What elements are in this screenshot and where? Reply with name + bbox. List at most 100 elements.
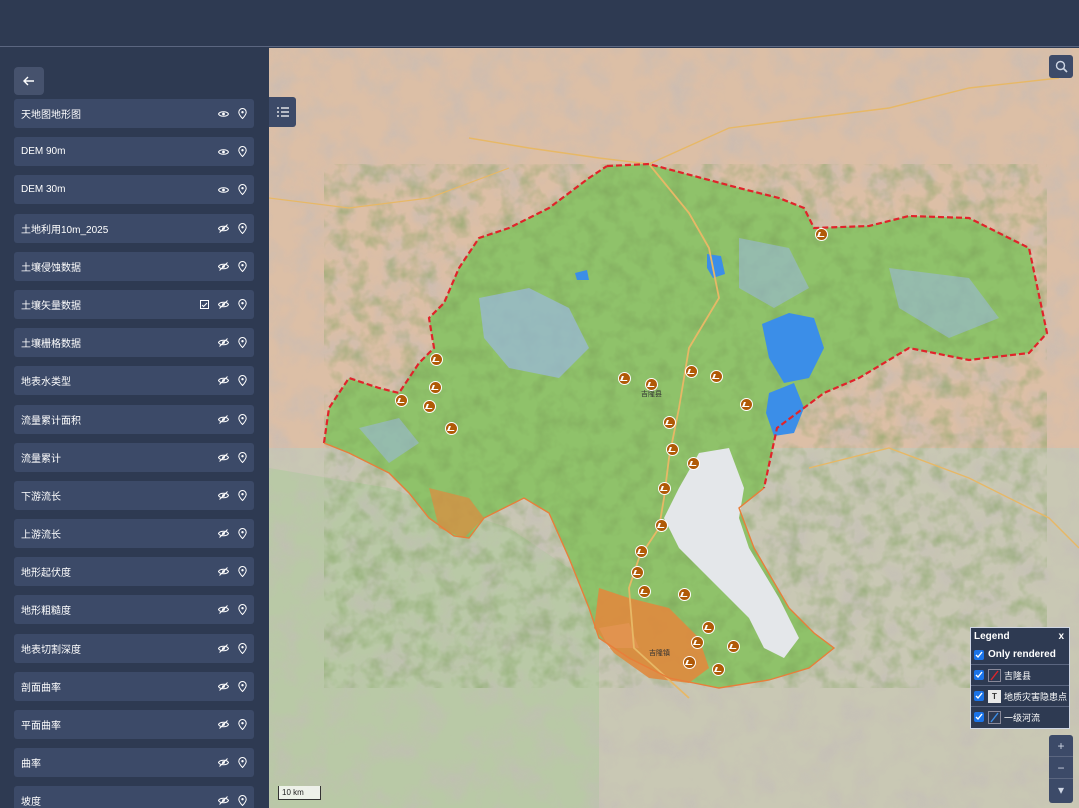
- layer-item[interactable]: 地表水类型: [14, 366, 254, 396]
- layer-item[interactable]: 流量累计面积: [14, 404, 254, 434]
- eye-off-icon[interactable]: [216, 756, 230, 770]
- layer-item[interactable]: 剖面曲率: [14, 671, 254, 701]
- locate-pin-icon[interactable]: [235, 412, 249, 426]
- hazard-point[interactable]: [710, 370, 723, 383]
- layer-item[interactable]: 地形起伏度: [14, 557, 254, 587]
- legend-item[interactable]: 一级河流: [971, 706, 1069, 727]
- zoom-out-button[interactable]: −: [1049, 757, 1073, 779]
- layer-item[interactable]: 坡度: [14, 786, 254, 808]
- hazard-point[interactable]: [635, 545, 648, 558]
- eye-off-icon[interactable]: [216, 679, 230, 693]
- layer-item[interactable]: 平面曲率: [14, 710, 254, 739]
- checkbox-icon[interactable]: [974, 712, 984, 722]
- hazard-point[interactable]: [712, 663, 725, 676]
- layer-item[interactable]: 天地图地形图: [14, 99, 254, 128]
- locate-pin-icon[interactable]: [235, 565, 249, 579]
- hazard-point[interactable]: [678, 588, 691, 601]
- legend-item[interactable]: T 地质灾害隐患点: [971, 685, 1069, 706]
- locate-pin-icon[interactable]: [235, 221, 249, 235]
- hazard-point[interactable]: [658, 482, 671, 495]
- layer-item[interactable]: 地表切割深度: [14, 633, 254, 663]
- eye-off-icon[interactable]: [216, 603, 230, 617]
- eye-off-icon[interactable]: [216, 374, 230, 388]
- layer-menu-button[interactable]: [269, 97, 296, 127]
- back-button[interactable]: [14, 67, 44, 95]
- locate-pin-icon[interactable]: [235, 488, 249, 502]
- locate-pin-icon[interactable]: [235, 336, 249, 350]
- eye-off-icon[interactable]: [216, 641, 230, 655]
- hazard-point[interactable]: [423, 400, 436, 413]
- zoom-in-button[interactable]: +: [1049, 735, 1073, 757]
- eye-off-icon[interactable]: [216, 794, 230, 808]
- hazard-point[interactable]: [815, 228, 828, 241]
- hazard-point[interactable]: [430, 353, 443, 366]
- hazard-point[interactable]: [727, 640, 740, 653]
- locate-pin-icon[interactable]: [235, 374, 249, 388]
- layer-item[interactable]: 曲率: [14, 748, 254, 778]
- layer-item[interactable]: 土壤矢量数据: [14, 289, 254, 319]
- eye-off-icon[interactable]: [216, 527, 230, 541]
- locate-pin-icon[interactable]: [235, 259, 249, 273]
- layer-item[interactable]: 流量累计: [14, 442, 254, 472]
- layer-item[interactable]: 土地利用10m_2025: [14, 213, 254, 243]
- eye-icon[interactable]: [216, 145, 230, 159]
- eye-off-icon[interactable]: [216, 488, 230, 502]
- compass-button[interactable]: ▾: [1049, 779, 1073, 801]
- hazard-point[interactable]: [740, 398, 753, 411]
- locate-pin-icon[interactable]: [235, 527, 249, 541]
- layer-item[interactable]: 上游流长: [14, 519, 254, 549]
- locate-pin-icon[interactable]: [235, 603, 249, 617]
- hazard-point[interactable]: [618, 372, 631, 385]
- hazard-point[interactable]: [663, 416, 676, 429]
- layer-item[interactable]: 下游流长: [14, 480, 254, 510]
- locate-pin-icon[interactable]: [235, 183, 249, 197]
- eye-icon[interactable]: [216, 183, 230, 197]
- locate-pin-icon[interactable]: [235, 450, 249, 464]
- eye-icon[interactable]: [216, 107, 230, 121]
- locate-pin-icon[interactable]: [235, 145, 249, 159]
- checkbox-icon[interactable]: [974, 670, 984, 680]
- checkbox-icon[interactable]: [974, 649, 984, 660]
- locate-pin-icon[interactable]: [235, 718, 249, 732]
- map-search-button[interactable]: [1049, 55, 1073, 78]
- hazard-point[interactable]: [638, 585, 651, 598]
- hazard-point[interactable]: [645, 378, 658, 391]
- hazard-point[interactable]: [445, 422, 458, 435]
- eye-off-icon[interactable]: [216, 565, 230, 579]
- hazard-point[interactable]: [631, 566, 644, 579]
- eye-off-icon[interactable]: [216, 259, 230, 273]
- locate-pin-icon[interactable]: [235, 679, 249, 693]
- eye-off-icon[interactable]: [216, 336, 230, 350]
- hazard-point[interactable]: [685, 365, 698, 378]
- hazard-point[interactable]: [395, 394, 408, 407]
- terrain-map[interactable]: 吉隆县 吉隆镇: [269, 48, 1079, 808]
- eye-off-icon[interactable]: [216, 297, 230, 311]
- layer-item[interactable]: DEM 30m: [14, 175, 254, 205]
- layer-item[interactable]: 土壤栅格数据: [14, 328, 254, 358]
- eye-off-icon[interactable]: [216, 221, 230, 235]
- hazard-point[interactable]: [655, 519, 668, 532]
- layer-item[interactable]: DEM 90m: [14, 137, 254, 167]
- hazard-point[interactable]: [666, 443, 679, 456]
- legend-item[interactable]: 吉隆县: [971, 664, 1069, 685]
- locate-pin-icon[interactable]: [235, 297, 249, 311]
- eye-off-icon[interactable]: [216, 718, 230, 732]
- hazard-point[interactable]: [702, 621, 715, 634]
- locate-pin-icon[interactable]: [235, 794, 249, 808]
- checkbox-icon[interactable]: [974, 691, 984, 701]
- layer-item[interactable]: 土壤侵蚀数据: [14, 251, 254, 281]
- hazard-point[interactable]: [683, 656, 696, 669]
- map-canvas[interactable]: 吉隆县 吉隆镇 10 km: [269, 48, 1079, 808]
- hazard-point[interactable]: [691, 636, 704, 649]
- locate-pin-icon[interactable]: [235, 107, 249, 121]
- layer-item[interactable]: 地形粗糙度: [14, 595, 254, 625]
- hazard-point[interactable]: [429, 381, 442, 394]
- eye-off-icon[interactable]: [216, 412, 230, 426]
- locate-pin-icon[interactable]: [235, 756, 249, 770]
- locate-pin-icon[interactable]: [235, 641, 249, 655]
- legend-close-button[interactable]: x: [1058, 631, 1064, 642]
- only-rendered-toggle[interactable]: Only rendered: [971, 645, 1069, 664]
- eye-off-icon[interactable]: [216, 450, 230, 464]
- attribute-table-icon[interactable]: [197, 297, 211, 311]
- hazard-point[interactable]: [687, 457, 700, 470]
